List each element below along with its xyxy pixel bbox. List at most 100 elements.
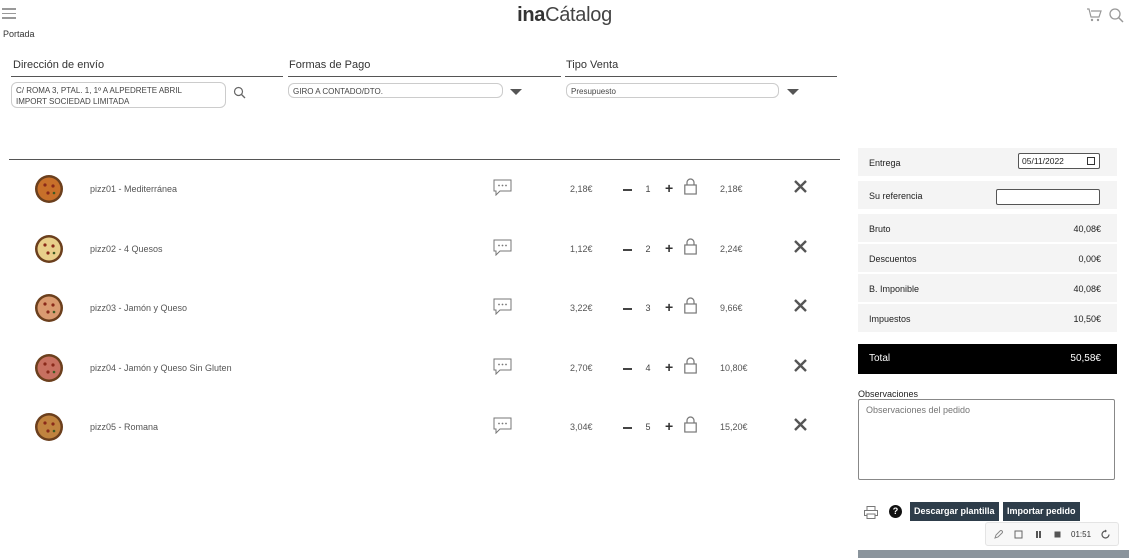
address-line-2: IMPORT SOCIEDAD LIMITADA bbox=[16, 97, 130, 106]
item-unit-price: 3,22€ bbox=[570, 303, 593, 313]
impuestos-label: Impuestos bbox=[869, 314, 911, 324]
stop-icon[interactable] bbox=[1053, 530, 1062, 539]
recorder-bar: 01:51 bbox=[985, 522, 1119, 546]
descuentos-label: Descuentos bbox=[869, 254, 917, 264]
shipping-divider bbox=[11, 76, 283, 77]
item-row: pizz05 - Romana 3,04€ 5 +15,20€ bbox=[0, 408, 850, 448]
item-row: pizz02 - 4 Quesos 1,12€ 2 +2,24€ bbox=[0, 230, 850, 270]
sale-type-label: Tipo Venta bbox=[566, 59, 619, 71]
observations-textarea[interactable] bbox=[858, 399, 1115, 480]
total-value: 50,58€ bbox=[1070, 353, 1101, 364]
decrease-qty-button[interactable] bbox=[623, 249, 632, 251]
help-icon[interactable]: ? bbox=[889, 505, 902, 518]
item-quantity[interactable]: 4 bbox=[640, 363, 656, 373]
item-name: pizz03 - Jamón y Queso bbox=[90, 303, 188, 313]
item-quantity[interactable]: 3 bbox=[640, 303, 656, 313]
search-icon[interactable] bbox=[1108, 7, 1124, 23]
decrease-qty-button[interactable] bbox=[623, 308, 632, 310]
import-order-button[interactable]: Importar pedido bbox=[1003, 502, 1080, 521]
sale-type-divider bbox=[565, 76, 837, 77]
pause-icon[interactable] bbox=[1034, 530, 1043, 539]
comment-icon[interactable] bbox=[493, 179, 512, 196]
pizza-thumbnail bbox=[35, 294, 63, 322]
increase-qty-button[interactable]: + bbox=[665, 241, 673, 255]
impuestos-value: 10,50€ bbox=[1073, 314, 1101, 324]
item-quantity[interactable]: 2 bbox=[640, 244, 656, 254]
imponible-value: 40,08€ bbox=[1073, 284, 1101, 294]
imponible-row: B. Imponible 40,08€ bbox=[858, 274, 1117, 302]
entrega-label: Entrega bbox=[869, 158, 901, 168]
logo-bold-text: ina bbox=[517, 4, 546, 26]
recorder-time: 01:51 bbox=[1071, 530, 1092, 539]
total-row: Total 50,58€ bbox=[858, 344, 1117, 374]
lock-icon[interactable] bbox=[684, 178, 697, 195]
payment-divider bbox=[288, 76, 561, 77]
pizza-thumbnail bbox=[35, 413, 63, 441]
bruto-value: 40,08€ bbox=[1073, 224, 1101, 234]
pizza-thumbnail bbox=[35, 235, 63, 263]
printer-icon[interactable] bbox=[864, 506, 878, 519]
total-label: Total bbox=[869, 353, 891, 364]
payment-select[interactable]: GIRO A CONTADO/DTO. bbox=[288, 83, 503, 98]
remove-item-icon[interactable] bbox=[793, 417, 808, 432]
remove-item-icon[interactable] bbox=[793, 298, 808, 313]
bruto-row: Bruto 40,08€ bbox=[858, 214, 1117, 242]
payment-dropdown-icon[interactable] bbox=[510, 89, 522, 95]
item-quantity[interactable]: 1 bbox=[640, 184, 656, 194]
decrease-qty-button[interactable] bbox=[623, 368, 632, 370]
cart-icon[interactable] bbox=[1086, 7, 1102, 23]
item-name: pizz01 - Mediterránea bbox=[90, 184, 178, 194]
item-unit-price: 3,04€ bbox=[570, 422, 593, 432]
item-name: pizz04 - Jamón y Queso Sin Gluten bbox=[90, 363, 232, 373]
referencia-input[interactable] bbox=[996, 189, 1100, 205]
comment-icon[interactable] bbox=[493, 239, 512, 256]
decrease-qty-button[interactable] bbox=[623, 427, 632, 429]
imponible-label: B. Imponible bbox=[869, 284, 920, 294]
sale-type-select[interactable]: Presupuesto bbox=[566, 83, 779, 98]
entrega-row: Entrega 05/11/2022 bbox=[858, 148, 1117, 176]
shipping-address-box[interactable]: C/ ROMA 3, PTAL. 1, 1º A ALPEDRETE ABRIL… bbox=[11, 82, 226, 108]
increase-qty-button[interactable]: + bbox=[665, 300, 673, 314]
address-search-icon[interactable] bbox=[233, 86, 246, 99]
comment-icon[interactable] bbox=[493, 298, 512, 315]
remove-item-icon[interactable] bbox=[793, 358, 808, 373]
increase-qty-button[interactable]: + bbox=[665, 419, 673, 433]
bottom-strip bbox=[858, 550, 1129, 558]
increase-qty-button[interactable]: + bbox=[665, 360, 673, 374]
calendar-icon[interactable] bbox=[1087, 157, 1095, 165]
item-row: pizz01 - Mediterránea 2,18€ 1 +2,18€ bbox=[0, 170, 850, 210]
lock-icon[interactable] bbox=[684, 416, 697, 433]
decrease-qty-button[interactable] bbox=[623, 189, 632, 191]
item-quantity[interactable]: 5 bbox=[640, 422, 656, 432]
breadcrumb[interactable]: Portada bbox=[3, 29, 35, 39]
download-template-button[interactable]: Descargar plantilla bbox=[910, 502, 999, 521]
descuentos-value: 0,00€ bbox=[1078, 254, 1101, 264]
item-line-total: 9,66€ bbox=[720, 303, 743, 313]
pizza-thumbnail bbox=[35, 354, 63, 382]
entrega-date-input[interactable]: 05/11/2022 bbox=[1018, 153, 1100, 169]
sale-type-dropdown-icon[interactable] bbox=[787, 89, 799, 95]
comment-icon[interactable] bbox=[493, 358, 512, 375]
restart-icon[interactable] bbox=[1100, 529, 1111, 540]
remove-item-icon[interactable] bbox=[793, 179, 808, 194]
entrega-date-value: 05/11/2022 bbox=[1022, 156, 1064, 166]
referencia-row: Su referencia bbox=[858, 181, 1117, 209]
top-bar: inaCátalog bbox=[0, 0, 1129, 30]
lock-icon[interactable] bbox=[684, 238, 697, 255]
lock-icon[interactable] bbox=[684, 297, 697, 314]
comment-icon[interactable] bbox=[493, 417, 512, 434]
item-row: pizz03 - Jamón y Queso 3,22€ 3 +9,66€ bbox=[0, 289, 850, 329]
lock-icon[interactable] bbox=[684, 357, 697, 374]
items-divider bbox=[9, 159, 840, 160]
note-icon[interactable] bbox=[1014, 530, 1023, 539]
item-line-total: 10,80€ bbox=[720, 363, 748, 373]
app-logo[interactable]: inaCátalog bbox=[0, 4, 1129, 27]
item-line-total: 2,24€ bbox=[720, 244, 743, 254]
increase-qty-button[interactable]: + bbox=[665, 181, 673, 195]
descuentos-row: Descuentos 0,00€ bbox=[858, 244, 1117, 272]
pencil-icon[interactable] bbox=[994, 530, 1003, 539]
item-name: pizz05 - Romana bbox=[90, 422, 159, 432]
remove-item-icon[interactable] bbox=[793, 239, 808, 254]
payment-label: Formas de Pago bbox=[289, 59, 371, 71]
item-line-total: 15,20€ bbox=[720, 422, 748, 432]
